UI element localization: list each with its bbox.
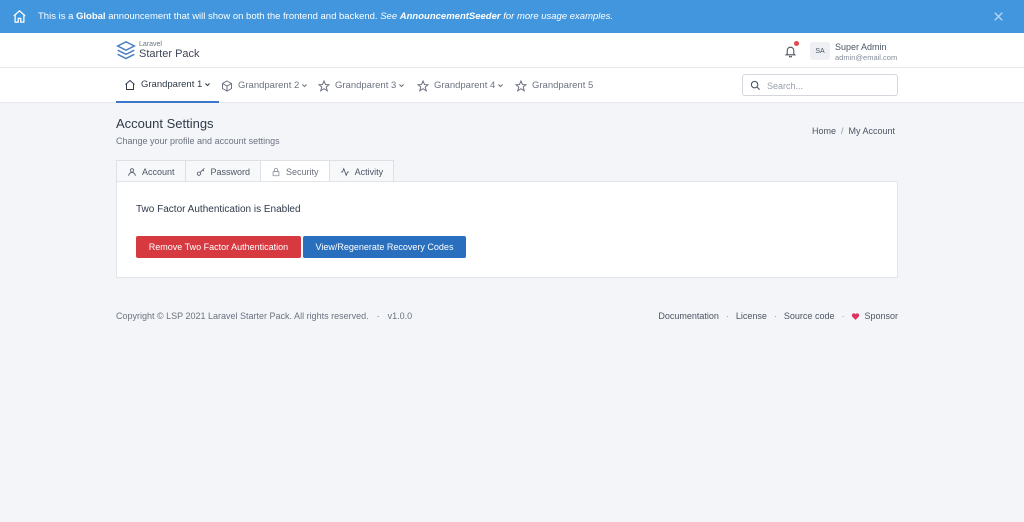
tab-password[interactable]: Password xyxy=(184,160,262,182)
announcement-banner: This is a Global announcement that will … xyxy=(0,0,1024,33)
nav-item-label: Grandparent 2 xyxy=(238,80,300,91)
breadcrumb-home[interactable]: Home xyxy=(812,126,836,136)
tab-security[interactable]: Security xyxy=(260,160,330,183)
main-nav: Grandparent 1 Grandparent 2 Grandparent … xyxy=(0,68,1024,103)
star-icon xyxy=(318,79,330,92)
footer-link-documentation[interactable]: Documentation xyxy=(658,311,719,321)
search-input[interactable] xyxy=(767,78,893,93)
tab-label: Security xyxy=(286,167,319,177)
lock-icon xyxy=(272,167,280,177)
copyright-text: Copyright © LSP 2021 Laravel Starter Pac… xyxy=(116,311,369,321)
user-name[interactable]: Super Admin xyxy=(835,42,887,52)
recovery-codes-button[interactable]: View/Regenerate Recovery Codes xyxy=(303,236,466,258)
footer-copyright: Copyright © LSP 2021 Laravel Starter Pac… xyxy=(116,311,412,321)
top-header: Laravel Starter Pack SA Super Admin admi… xyxy=(0,33,1024,68)
chevron-down-icon xyxy=(205,83,211,87)
home-icon xyxy=(125,79,135,90)
footer-separator: · xyxy=(773,311,777,321)
two-factor-card: Two Factor Authentication is Enabled Rem… xyxy=(116,181,898,278)
settings-tabs: Account Password Security Activity xyxy=(116,160,395,183)
user-email: admin@email.com xyxy=(835,53,898,62)
nav-item-grandparent-2[interactable]: Grandparent 2 xyxy=(221,68,308,103)
nav-item-label: Grandparent 4 xyxy=(434,80,496,91)
page-subtitle: Change your profile and account settings xyxy=(116,136,280,146)
cube-icon xyxy=(222,79,232,92)
nav-item-label: Grandparent 1 xyxy=(141,79,203,90)
tab-account[interactable]: Account xyxy=(116,160,186,182)
nav-item-grandparent-3[interactable]: Grandparent 3 xyxy=(318,68,405,103)
chevron-down-icon xyxy=(498,84,504,88)
nav-item-grandparent-4[interactable]: Grandparent 4 xyxy=(417,68,504,103)
footer-separator: · xyxy=(841,311,845,321)
breadcrumb-current: My Account xyxy=(848,126,896,136)
logo-small-text: Laravel xyxy=(139,41,162,48)
search-icon xyxy=(750,80,761,91)
chevron-down-icon xyxy=(302,84,308,88)
nav-item-label: Grandparent 3 xyxy=(335,80,397,91)
nav-item-grandparent-1[interactable]: Grandparent 1 xyxy=(116,68,220,103)
search-box[interactable] xyxy=(742,74,898,96)
footer-link-source-code[interactable]: Source code xyxy=(784,311,835,321)
version-text: v1.0.0 xyxy=(387,311,413,321)
activity-icon xyxy=(340,166,349,177)
notification-badge xyxy=(794,41,799,46)
page-title: Account Settings xyxy=(116,116,214,131)
nav-item-grandparent-5[interactable]: Grandparent 5 xyxy=(515,68,593,103)
breadcrumb: Home / My Account xyxy=(812,126,895,136)
breadcrumb-separator: / xyxy=(841,126,844,136)
two-factor-status: Two Factor Authentication is Enabled xyxy=(136,204,301,215)
tab-activity[interactable]: Activity xyxy=(328,160,395,182)
star-icon xyxy=(515,79,527,92)
tab-label: Account xyxy=(142,166,175,177)
footer-separator: · xyxy=(376,311,380,321)
chevron-down-icon xyxy=(399,84,405,88)
user-icon xyxy=(128,167,136,176)
heart-icon xyxy=(852,312,860,320)
announcement-message: This is a Global announcement that will … xyxy=(38,11,614,22)
tab-label: Password xyxy=(210,166,251,177)
remove-two-factor-button[interactable]: Remove Two Factor Authentication xyxy=(136,236,301,258)
home-icon xyxy=(13,10,26,23)
tab-label: Activity xyxy=(354,166,384,177)
footer-links: Documentation · License · Source code · … xyxy=(658,311,898,321)
footer-link-license[interactable]: License xyxy=(736,311,767,321)
bell-icon[interactable] xyxy=(784,44,797,58)
nav-item-label: Grandparent 5 xyxy=(532,80,594,91)
avatar[interactable]: SA xyxy=(810,42,830,60)
close-icon[interactable] xyxy=(992,10,1005,23)
key-icon xyxy=(196,167,205,176)
logo-layers-icon[interactable] xyxy=(116,40,136,62)
star-icon xyxy=(417,79,429,92)
footer-separator: · xyxy=(725,311,729,321)
footer-link-sponsor[interactable]: Sponsor xyxy=(864,311,898,321)
logo-title[interactable]: Starter Pack xyxy=(139,48,200,60)
